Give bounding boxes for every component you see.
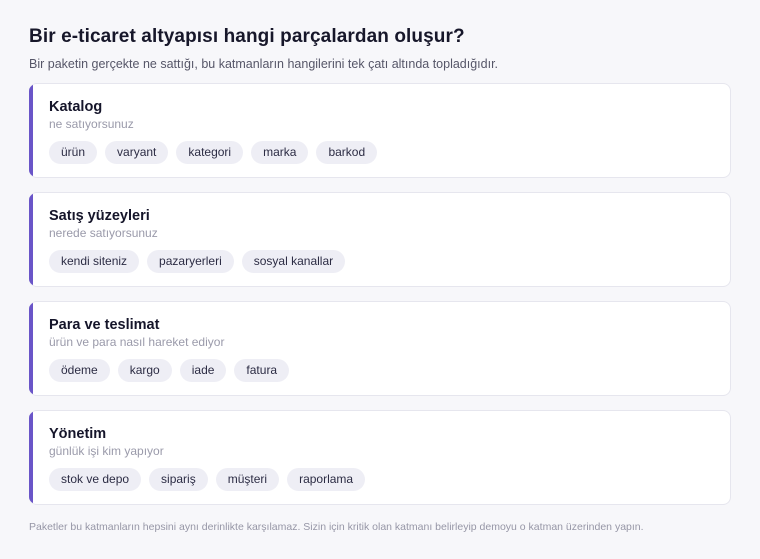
layer-card: Satış yüzeyleri nerede satıyorsunuz kendi … <box>29 192 731 287</box>
tag-chip: barkod <box>316 141 378 164</box>
layer-title: Yönetim <box>49 426 107 442</box>
tag-chip: marka <box>251 141 309 164</box>
footnote: Paketler bu katmanların hepsini aynı der… <box>29 521 644 533</box>
layer-subtitle: ürün ve para nasıl hareket ediyor <box>49 335 225 349</box>
layer-card: Yönetim günlük işi kim yapıyor stok ve dep… <box>29 410 731 505</box>
layer-title: Katalog <box>49 99 103 115</box>
tag-list: ödeme kargo iade fatura <box>49 359 712 382</box>
tag-chip: ürün <box>49 141 98 164</box>
tag-chip: fatura <box>234 359 290 382</box>
tag-chip: stok ve depo <box>49 468 142 491</box>
layer-title: Satış yüzeyleri <box>49 208 150 224</box>
layer-card: Para ve teslimat ürün ve para nasıl harek… <box>29 301 731 396</box>
tag-list: stok ve depo sipariş müşteri raporlama <box>49 468 712 491</box>
page-subtitle: Bir paketin gerçekte ne sattığı, bu katm… <box>29 57 499 71</box>
tag-chip: iade <box>179 359 227 382</box>
tag-chip: pazaryerleri <box>147 250 234 273</box>
tag-chip: kendi siteniz <box>49 250 140 273</box>
tag-chip: kargo <box>117 359 172 382</box>
layer-subtitle: nerede satıyorsunuz <box>49 226 158 240</box>
page-title: Bir e-ticaret altyapısı hangi parçalarda… <box>29 26 465 47</box>
page: Bir e-ticaret altyapısı hangi parçalarda… <box>29 25 731 519</box>
layer-subtitle: ne satıyorsunuz <box>49 117 134 131</box>
layer-title: Para ve teslimat <box>49 317 160 333</box>
tag-chip: kategori <box>176 141 244 164</box>
tag-chip: ödeme <box>49 359 110 382</box>
layer-list: Katalog ne satıyorsunuz ürün varyant kategor… <box>29 83 731 505</box>
tag-list: ürün varyant kategori marka barkod <box>49 141 712 164</box>
tag-chip: müşteri <box>215 468 280 491</box>
tag-chip: sipariş <box>149 468 208 491</box>
tag-chip: sosyal kanallar <box>241 250 346 273</box>
tag-chip: raporlama <box>287 468 366 491</box>
tag-list: kendi siteniz pazaryerleri sosyal kanallar <box>49 250 712 273</box>
layer-card: Katalog ne satıyorsunuz ürün varyant kategor… <box>29 83 731 178</box>
tag-chip: varyant <box>105 141 169 164</box>
layer-subtitle: günlük işi kim yapıyor <box>49 444 164 458</box>
